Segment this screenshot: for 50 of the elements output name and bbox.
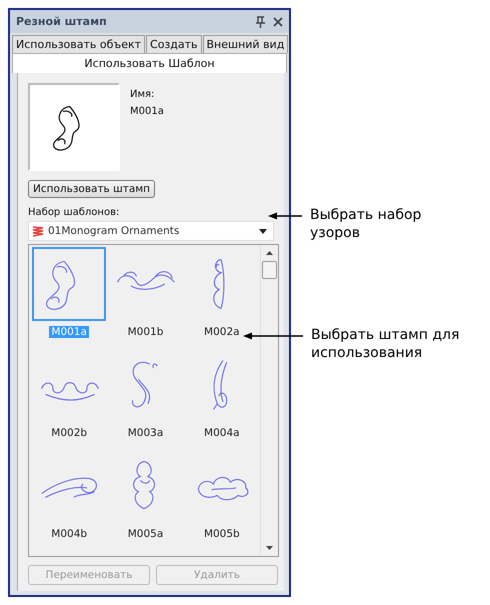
ornament-drawing bbox=[41, 478, 98, 498]
callout-text: Выбрать набор узоров bbox=[310, 206, 422, 242]
scroll-down-icon[interactable] bbox=[266, 546, 273, 550]
stamp-item[interactable]: M002b bbox=[31, 348, 108, 449]
stamp-item[interactable]: M005a bbox=[107, 449, 184, 550]
pin-icon[interactable] bbox=[256, 16, 265, 28]
tab[interactable]: Создать bbox=[146, 35, 202, 53]
stamp-name: M001a bbox=[49, 326, 89, 338]
scroll-thumb[interactable] bbox=[262, 261, 277, 279]
stamp-name: M002a bbox=[203, 326, 241, 338]
stamp-name: M001b bbox=[126, 326, 164, 338]
stamp-name: M002b bbox=[50, 427, 88, 439]
ornament-drawing bbox=[134, 460, 156, 510]
ornament-drawing bbox=[118, 271, 176, 290]
stamp-item[interactable]: M005b bbox=[184, 449, 260, 550]
name-label: Имя: bbox=[130, 89, 156, 100]
tab[interactable]: Использовать Шаблон bbox=[12, 53, 287, 73]
name-value: M001a bbox=[130, 106, 164, 117]
stamp-name: M003a bbox=[126, 427, 164, 439]
ornament-drawing bbox=[46, 260, 76, 310]
stamp-thumbnail[interactable] bbox=[32, 247, 106, 321]
leader-arrow bbox=[268, 212, 302, 220]
ornament-drawing bbox=[212, 360, 228, 410]
ornament-drawing bbox=[213, 258, 224, 310]
ornament-drawing bbox=[132, 362, 158, 408]
stamp-name: M004b bbox=[50, 528, 88, 540]
ornament-drawing bbox=[41, 382, 99, 401]
tab[interactable]: Использовать объект bbox=[12, 35, 146, 53]
use-stamp-button[interactable]: Использовать штамп bbox=[28, 180, 156, 198]
stamp-name: M005a bbox=[126, 528, 164, 540]
caret-icon bbox=[259, 228, 267, 234]
close-icon[interactable] bbox=[273, 16, 283, 26]
stamp-item[interactable]: M001b bbox=[107, 247, 184, 348]
callout-text: Выбрать штамп для использования bbox=[311, 326, 460, 362]
leader-arrow bbox=[243, 332, 303, 340]
stamp-name: M005b bbox=[202, 528, 241, 540]
panel-title: Резной штамп bbox=[16, 15, 108, 28]
scroll-up-icon[interactable] bbox=[266, 251, 273, 255]
zigzag-icon bbox=[32, 225, 44, 237]
stamp-item[interactable]: M003a bbox=[107, 348, 184, 449]
tab[interactable]: Внешний вид bbox=[202, 35, 288, 53]
ornament-drawing bbox=[198, 476, 248, 500]
stamp-name: M004a bbox=[203, 427, 241, 439]
scrollbar[interactable] bbox=[260, 245, 278, 556]
pattern-set-dropdown[interactable]: 01Monogram Ornaments bbox=[28, 221, 274, 241]
stamp-item[interactable]: M002a bbox=[184, 247, 260, 348]
stamp-item[interactable]: M004a bbox=[184, 348, 260, 449]
ornament-drawing bbox=[53, 106, 80, 151]
pattern-set-label: Набор шаблонов: bbox=[28, 207, 120, 218]
stamp-item[interactable]: M004b bbox=[31, 449, 108, 550]
